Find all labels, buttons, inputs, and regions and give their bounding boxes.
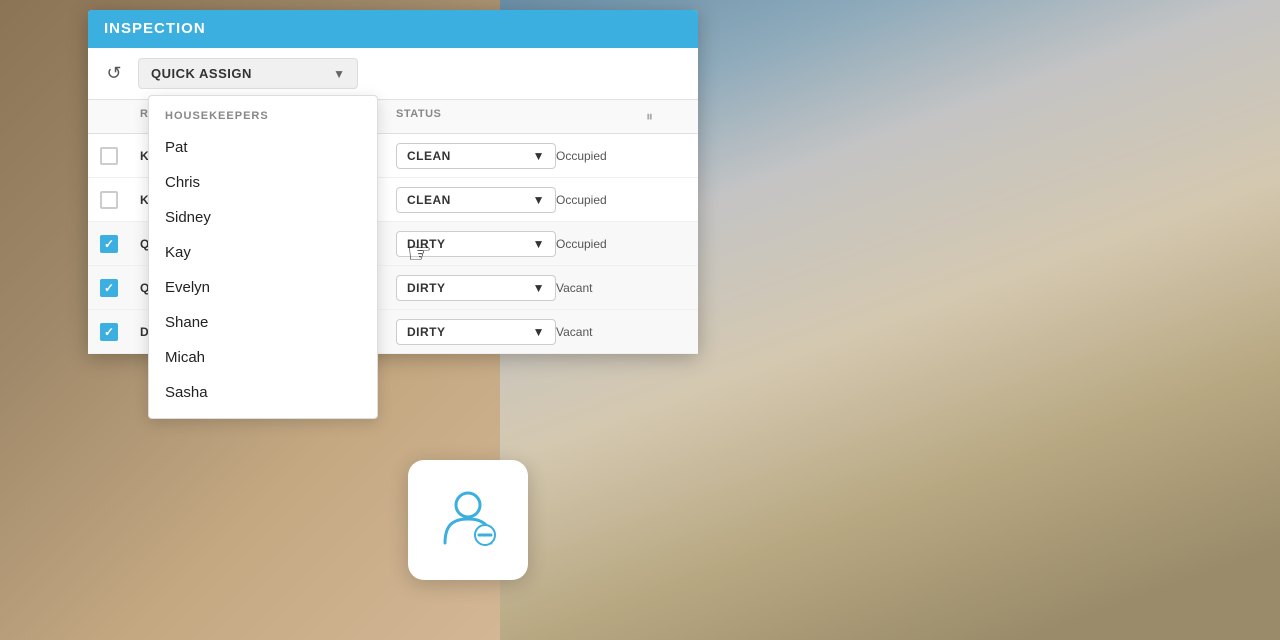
row5-occupancy: Vacant xyxy=(556,325,646,339)
housekeeper-item-sasha[interactable]: Sasha xyxy=(149,375,377,410)
housekeeper-item-kay[interactable]: Kay ☞ xyxy=(149,235,377,270)
col-status: STATUS xyxy=(396,108,556,125)
row2-status-label: CLEAN xyxy=(407,193,451,207)
housekeeper-name-kay: Kay xyxy=(165,244,191,261)
row1-chevron-icon: ▼ xyxy=(533,149,545,163)
row5-status-select[interactable]: DIRTY ▼ xyxy=(396,319,556,345)
row1-checkbox[interactable] xyxy=(100,147,118,165)
chevron-down-icon: ▼ xyxy=(333,67,345,81)
row3-status-select[interactable]: DIRTY ▼ xyxy=(396,231,556,257)
housekeeper-name-chris: Chris xyxy=(165,174,200,191)
row2-chevron-icon: ▼ xyxy=(533,193,545,207)
housekeeper-name-micah: Micah xyxy=(165,349,205,366)
quick-assign-dropdown[interactable]: QUICK ASSIGN ▼ xyxy=(138,58,358,89)
pause-icon: ⏸ xyxy=(646,108,686,125)
row5-checkbox[interactable] xyxy=(100,323,118,341)
housekeeper-item-shane[interactable]: Shane xyxy=(149,305,377,340)
housekeeper-item-evelyn[interactable]: Evelyn xyxy=(149,270,377,305)
avatar-icon xyxy=(433,483,503,558)
toolbar: ↺ QUICK ASSIGN ▼ xyxy=(88,48,698,100)
row2-checkbox[interactable] xyxy=(100,191,118,209)
row1-status-label: CLEAN xyxy=(407,149,451,163)
row5-status-label: DIRTY xyxy=(407,325,446,339)
housekeeper-name-sasha: Sasha xyxy=(165,384,208,401)
row2-occupancy: Occupied xyxy=(556,193,646,207)
housekeeper-name-sidney: Sidney xyxy=(165,209,211,226)
row3-occupancy: Occupied xyxy=(556,237,646,251)
housekeeper-name-pat: Pat xyxy=(165,139,188,156)
row2-status-select[interactable]: CLEAN ▼ xyxy=(396,187,556,213)
avatar-card xyxy=(408,460,528,580)
housekeeper-item-pat[interactable]: Pat xyxy=(149,130,377,165)
housekeepers-header: HOUSEKEEPERS xyxy=(149,96,377,130)
row3-checkbox[interactable] xyxy=(100,235,118,253)
row4-status-select[interactable]: DIRTY ▼ xyxy=(396,275,556,301)
housekeeper-name-shane: Shane xyxy=(165,314,208,331)
housekeepers-dropdown: HOUSEKEEPERS Pat Chris Sidney Kay ☞ Evel… xyxy=(148,95,378,419)
col-checkbox xyxy=(100,108,140,125)
row4-occupancy: Vacant xyxy=(556,281,646,295)
row4-status-label: DIRTY xyxy=(407,281,446,295)
row1-occupancy: Occupied xyxy=(556,149,646,163)
col-occupancy xyxy=(556,108,646,125)
row1-status-select[interactable]: CLEAN ▼ xyxy=(396,143,556,169)
quick-assign-label: QUICK ASSIGN xyxy=(151,66,252,81)
row4-chevron-icon: ▼ xyxy=(533,281,545,295)
row3-status-label: DIRTY xyxy=(407,237,446,251)
rotate-icon[interactable]: ↺ xyxy=(100,60,128,88)
housekeeper-item-micah[interactable]: Micah xyxy=(149,340,377,375)
panel-title: INSPECTION xyxy=(104,20,206,37)
panel-header: INSPECTION xyxy=(88,10,698,48)
row4-checkbox[interactable] xyxy=(100,279,118,297)
row5-chevron-icon: ▼ xyxy=(533,325,545,339)
housekeeper-item-chris[interactable]: Chris xyxy=(149,165,377,200)
row3-chevron-icon: ▼ xyxy=(533,237,545,251)
housekeeper-name-evelyn: Evelyn xyxy=(165,279,210,296)
housekeeper-item-sidney[interactable]: Sidney xyxy=(149,200,377,235)
